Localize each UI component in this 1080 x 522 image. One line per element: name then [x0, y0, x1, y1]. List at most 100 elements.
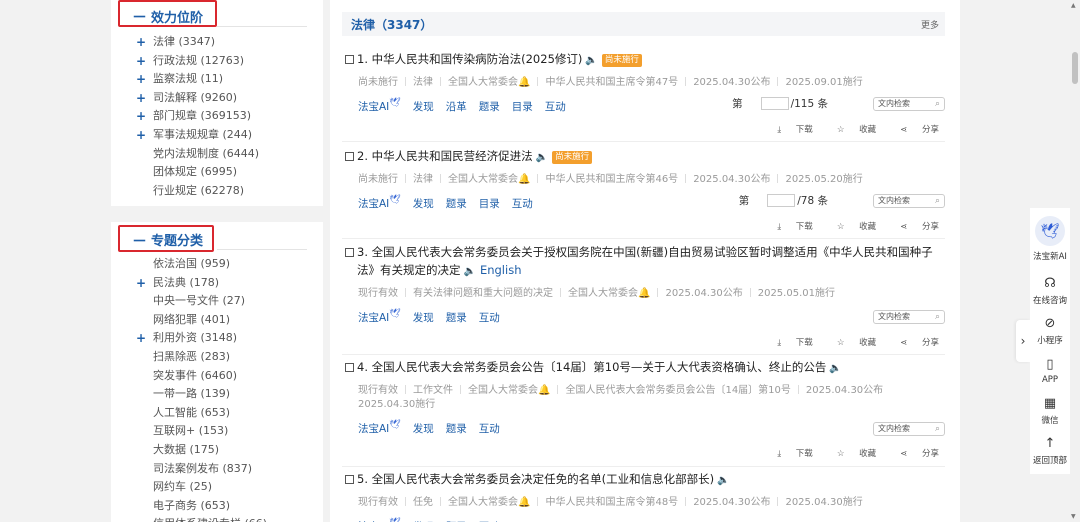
plus-icon[interactable]: +	[136, 107, 146, 126]
speaker-icon[interactable]: 🔈	[585, 52, 597, 70]
favorite-button[interactable]: ☆ 收藏	[825, 449, 876, 459]
tree-item[interactable]: 扫黑除恶 (283)	[136, 348, 323, 367]
select-checkbox[interactable]	[345, 152, 354, 161]
result-link[interactable]: 题录	[446, 312, 467, 324]
tree-item[interactable]: + 监察法规 (11)	[136, 70, 323, 89]
tree-item-label[interactable]: 民法典 (178)	[153, 276, 219, 289]
pager-input[interactable]	[767, 194, 796, 207]
favorite-button[interactable]: ☆ 收藏	[825, 222, 876, 232]
tree-item[interactable]: + 民法典 (178)	[136, 274, 323, 293]
tree-item-label[interactable]: 行业规定 (62278)	[153, 184, 244, 197]
tree-item[interactable]: 人工智能 (653)	[136, 404, 323, 423]
section-title[interactable]: 法律（3347）	[351, 16, 432, 33]
in-text-search-input[interactable]: 文内检索 ⌕	[873, 194, 945, 208]
float-collapse-button[interactable]: ›	[1016, 320, 1030, 362]
tree-item[interactable]: + 部门规章 (369153)	[136, 107, 323, 126]
find-link[interactable]: 发现	[413, 423, 434, 435]
result-link[interactable]: 目录	[512, 101, 533, 113]
in-text-search-input[interactable]: 文内检索 ⌕	[873, 310, 945, 324]
share-button[interactable]: ⋖ 分享	[888, 125, 939, 135]
tree-item[interactable]: 互联网+ (153)	[136, 422, 323, 441]
select-checkbox[interactable]	[345, 363, 354, 372]
share-button[interactable]: ⋖ 分享	[888, 222, 939, 232]
scroll-down-icon[interactable]: ▼	[1071, 513, 1076, 520]
bell-icon[interactable]: 🔔	[638, 288, 650, 299]
in-text-search-input[interactable]: 文内检索 ⌕	[873, 97, 945, 111]
tree-item-label[interactable]: 突发事件 (6460)	[153, 369, 237, 382]
find-link[interactable]: 发现	[413, 198, 434, 210]
download-button[interactable]: ⤓ 下载	[765, 125, 812, 135]
tree-item[interactable]: 行业规定 (62278)	[136, 182, 323, 201]
tree-item[interactable]: + 行政法规 (12763)	[136, 52, 323, 71]
speaker-icon[interactable]: 🔈	[717, 472, 729, 490]
ai-link[interactable]: 法宝AI	[358, 101, 389, 113]
plus-icon[interactable]: +	[136, 274, 146, 293]
tree-item[interactable]: + 法律 (3347)	[136, 33, 323, 52]
collapse-icon[interactable]: －	[132, 6, 147, 27]
result-link[interactable]: 互动	[512, 198, 533, 210]
result-link[interactable]: 题录	[479, 101, 500, 113]
tree-item-label[interactable]: 监察法规 (11)	[153, 72, 223, 85]
tree-item[interactable]: 依法治国 (959)	[136, 255, 323, 274]
effect-level-title[interactable]: 效力位阶	[151, 7, 203, 26]
result-title-text[interactable]: 1. 中华人民共和国传染病防治法(2025修订)	[357, 52, 582, 66]
bell-icon[interactable]: 🔔	[518, 77, 530, 88]
find-link[interactable]: 发现	[413, 101, 434, 113]
tree-item-label[interactable]: 电子商务 (653)	[153, 499, 230, 512]
tree-item-label[interactable]: 扫黑除恶 (283)	[153, 350, 230, 363]
topics-title[interactable]: 专题分类	[151, 230, 203, 249]
tree-item-label[interactable]: 司法解释 (9260)	[153, 91, 237, 104]
ai-link[interactable]: 法宝AI	[358, 423, 389, 435]
search-icon[interactable]: ⌕	[935, 423, 940, 435]
download-button[interactable]: ⤓ 下载	[765, 449, 812, 459]
speaker-icon[interactable]: 🔈	[536, 149, 548, 167]
result-link[interactable]: 互动	[479, 312, 500, 324]
english-link[interactable]: English	[480, 263, 522, 277]
result-title-text[interactable]: 5. 全国人民代表大会常务委员会决定任免的名单(工业和信息化部部长)	[357, 472, 714, 486]
result-title[interactable]: 4. 全国人民代表大会常务委员会公告〔14届〕第10号—关于人大代表资格确认、终…	[345, 358, 945, 378]
tree-item-label[interactable]: 一带一路 (139)	[153, 387, 230, 400]
page-scrollbar[interactable]: ▲ ▼	[1070, 0, 1080, 522]
bell-icon[interactable]: 🔔	[538, 385, 550, 396]
result-link[interactable]: 题录	[446, 198, 467, 210]
result-title-text[interactable]: 3. 全国人民代表大会常务委员会关于授权国务院在中国(新疆)自由贸易试验区暂时调…	[357, 245, 933, 277]
result-title[interactable]: 2. 中华人民共和国民营经济促进法 🔈 尚未施行	[345, 147, 945, 167]
in-text-search-input[interactable]: 文内检索 ⌕	[873, 422, 945, 436]
tree-item[interactable]: 大数据 (175)	[136, 441, 323, 460]
tree-item[interactable]: + 利用外资 (3148)	[136, 329, 323, 348]
collapse-icon[interactable]: －	[132, 230, 147, 251]
tree-item-label[interactable]: 网络犯罪 (401)	[153, 313, 230, 326]
result-link[interactable]: 目录	[479, 198, 500, 210]
select-checkbox[interactable]	[345, 55, 354, 64]
result-title-text[interactable]: 4. 全国人民代表大会常务委员会公告〔14届〕第10号—关于人大代表资格确认、终…	[357, 360, 826, 374]
tree-item-label[interactable]: 法律 (3347)	[153, 35, 215, 48]
speaker-icon[interactable]: 🔈	[829, 360, 841, 378]
tree-item[interactable]: 团体规定 (6995)	[136, 163, 323, 182]
result-title[interactable]: 5. 全国人民代表大会常务委员会决定任免的名单(工业和信息化部部长) 🔈	[345, 470, 945, 490]
select-checkbox[interactable]	[345, 248, 354, 257]
effect-level-header[interactable]: － 效力位阶	[111, 0, 323, 30]
result-title-text[interactable]: 2. 中华人民共和国民营经济促进法	[357, 149, 533, 163]
tree-item-label[interactable]: 网约车 (25)	[153, 480, 212, 493]
tree-item[interactable]: 一带一路 (139)	[136, 385, 323, 404]
download-button[interactable]: ⤓ 下载	[765, 338, 812, 348]
pager-input[interactable]	[760, 97, 789, 110]
plus-icon[interactable]: +	[136, 70, 146, 89]
tree-item-label[interactable]: 利用外资 (3148)	[153, 331, 237, 344]
find-link[interactable]: 发现	[413, 312, 434, 324]
ai-link[interactable]: 法宝AI	[358, 198, 389, 210]
tree-item-label[interactable]: 军事法规规章 (244)	[153, 128, 252, 141]
plus-icon[interactable]: +	[136, 329, 146, 348]
scroll-up-icon[interactable]: ▲	[1071, 2, 1076, 9]
tree-item-label[interactable]: 中央一号文件 (27)	[153, 294, 245, 307]
result-link[interactable]: 题录	[446, 423, 467, 435]
scroll-thumb[interactable]	[1072, 52, 1078, 84]
result-title[interactable]: 1. 中华人民共和国传染病防治法(2025修订) 🔈 尚未施行	[345, 50, 945, 70]
tree-item-label[interactable]: 司法案例发布 (837)	[153, 462, 252, 475]
tree-item-label[interactable]: 大数据 (175)	[153, 443, 219, 456]
tree-item-label[interactable]: 信用体系建设专栏 (66)	[153, 517, 267, 522]
more-link[interactable]: 更多	[921, 18, 939, 31]
result-title[interactable]: 3. 全国人民代表大会常务委员会关于授权国务院在中国(新疆)自由贸易试验区暂时调…	[345, 243, 945, 281]
result-link[interactable]: 互动	[479, 423, 500, 435]
tree-item[interactable]: 中央一号文件 (27)	[136, 292, 323, 311]
